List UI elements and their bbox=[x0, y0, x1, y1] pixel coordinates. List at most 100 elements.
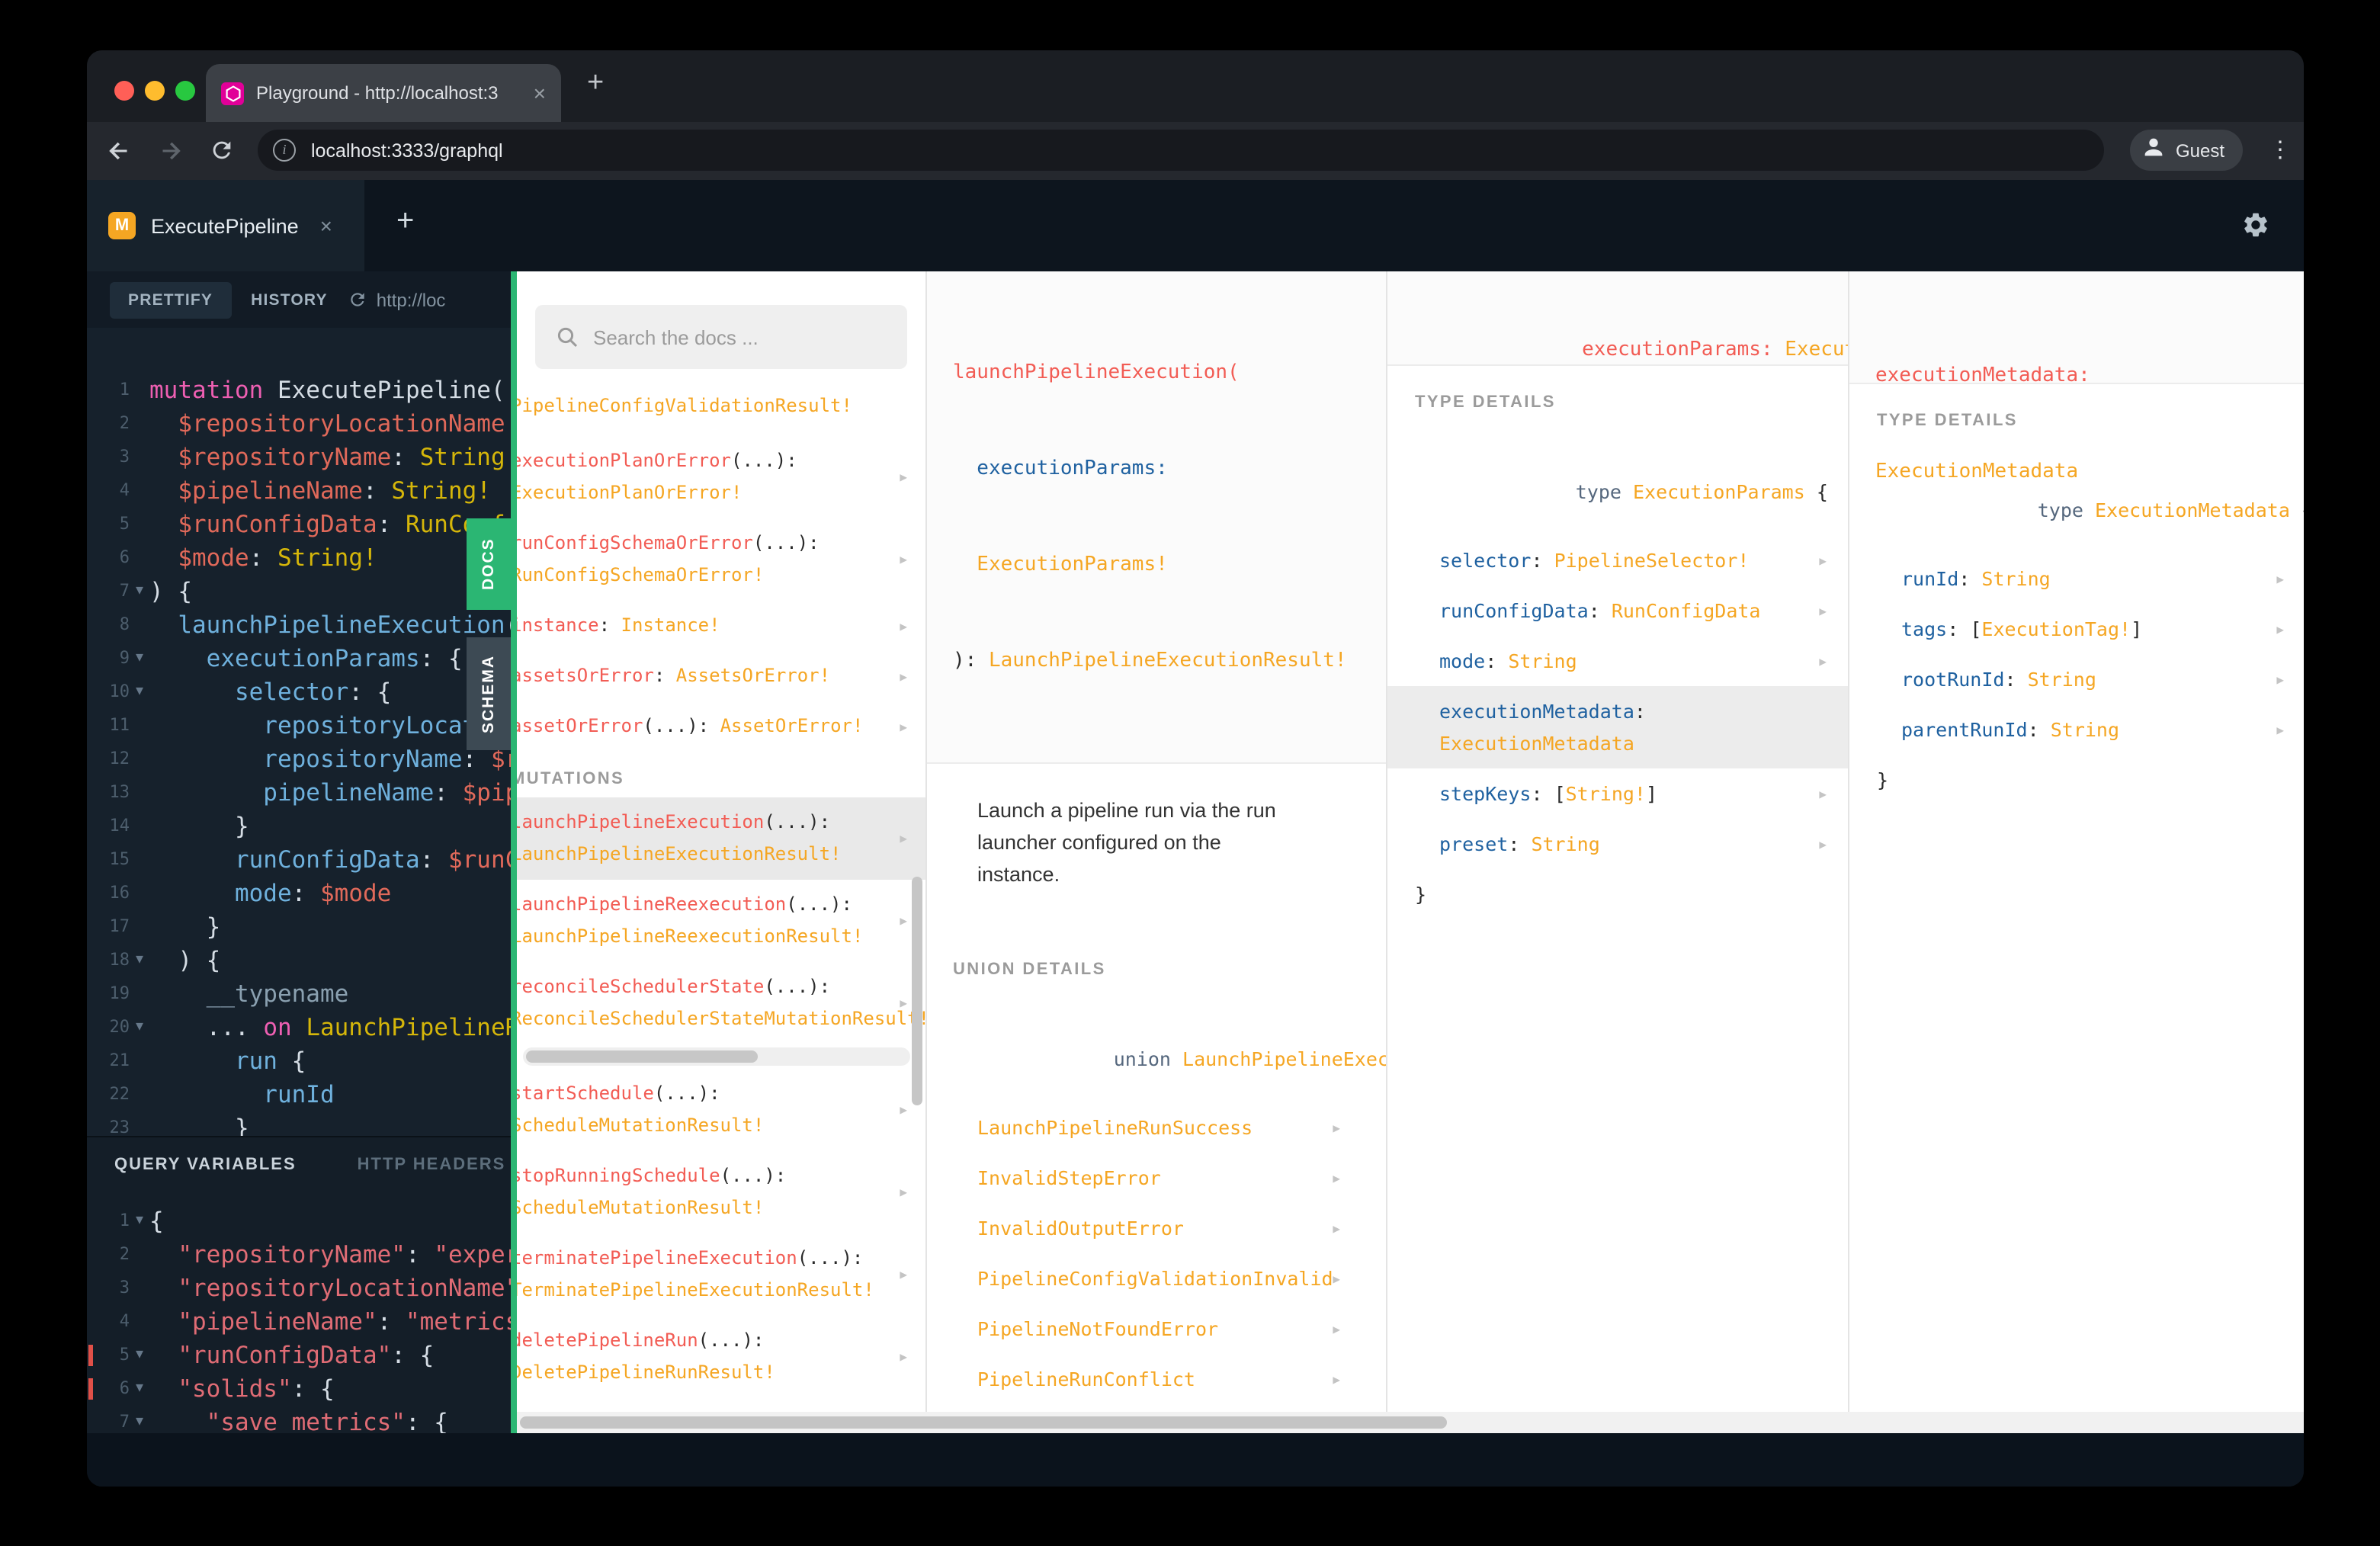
endpoint-input[interactable]: http://loc bbox=[348, 289, 445, 310]
profile-button[interactable]: Guest bbox=[2130, 130, 2244, 171]
window-close-button[interactable] bbox=[114, 81, 134, 101]
code-line[interactable]: 22 runId bbox=[87, 1078, 511, 1111]
code-line[interactable]: 7 ▾ "save metrics": { bbox=[87, 1406, 511, 1433]
vertical-scrollbar[interactable] bbox=[912, 877, 922, 1105]
type-field-preset[interactable]: preset: String ▶ bbox=[1387, 819, 1848, 869]
docs-item-stopRunningSchedule[interactable]: stopRunningSchedule(...): ScheduleMutatio… bbox=[517, 1151, 925, 1233]
type-field-stepKeys[interactable]: stepKeys: [String!] ▶ bbox=[1387, 768, 1848, 819]
back-icon[interactable] bbox=[105, 137, 133, 165]
docs-item-launchPipelineExecution[interactable]: launchPipelineExecution(...): LaunchPipel… bbox=[517, 797, 925, 880]
docs-item-instance[interactable]: instance: Instance! ▶ bbox=[517, 601, 925, 651]
docs-item-assetOrError[interactable]: assetOrError(...): AssetOrError! ▶ bbox=[517, 701, 925, 752]
union-member-PipelineRunConflict[interactable]: PipelineRunConflict ▶ bbox=[927, 1354, 1386, 1404]
query-variables-tab[interactable]: QUERY VARIABLES bbox=[114, 1156, 297, 1174]
docs-item-terminatePipelineExecution[interactable]: terminatePipelineExecution(...): Terminat… bbox=[517, 1233, 925, 1316]
horizontal-scrollbar[interactable] bbox=[517, 1412, 2304, 1433]
field-return-type[interactable]: LaunchPipelineExecutionResult! bbox=[989, 650, 1347, 672]
code-line[interactable]: 6 $mode: String! bbox=[87, 541, 511, 575]
docs-item-assetsOrError[interactable]: assetsOrError: AssetsOrError! ▶ bbox=[517, 651, 925, 701]
type-field-tags[interactable]: tags: [ExecutionTag!] ▶ bbox=[1849, 604, 2304, 654]
docs-item-deletePipelineRun[interactable]: deletePipelineRun(...): DeletePipelineRun… bbox=[517, 1316, 925, 1398]
code-line[interactable]: 4 "pipelineName": "metrics bbox=[87, 1305, 511, 1339]
code-line[interactable]: 6 ▾ "solids": { bbox=[87, 1372, 511, 1406]
fold-arrow-icon[interactable]: ▾ bbox=[130, 1204, 149, 1238]
code-line[interactable]: 14 } bbox=[87, 810, 511, 843]
field-arg-type[interactable]: ExecutionParams! bbox=[953, 553, 1168, 576]
union-member-PythonError[interactable]: PythonError▶ bbox=[927, 1404, 1386, 1412]
query-editor[interactable]: 1 mutation ExecutePipeline(2 $repositoryL… bbox=[87, 328, 512, 1136]
code-line[interactable]: 7 ▾) { bbox=[87, 575, 511, 608]
fold-arrow-icon[interactable]: ▾ bbox=[130, 675, 149, 709]
type-field-runConfigData[interactable]: runConfigData: RunConfigData ▶ bbox=[1387, 585, 1848, 636]
code-line[interactable]: 16 mode: $mode bbox=[87, 877, 511, 910]
code-line[interactable]: 15 runConfigData: $runConfigData bbox=[87, 843, 512, 877]
http-headers-tab[interactable]: HTTP HEADERS bbox=[358, 1156, 506, 1174]
union-member-PipelineConfigValidationInvalid[interactable]: PipelineConfigValidationInvalid ▶ bbox=[927, 1253, 1386, 1304]
code-line[interactable]: 3 "repositoryLocationName" bbox=[87, 1272, 511, 1305]
fold-arrow-icon[interactable]: ▾ bbox=[130, 1339, 149, 1372]
union-member-InvalidStepError[interactable]: InvalidStepError ▶ bbox=[927, 1153, 1386, 1203]
code-line[interactable]: 5 ▾ "runConfigData": { bbox=[87, 1339, 511, 1372]
docs-item-executionPlanOrError[interactable]: executionPlanOrError(...): ExecutionPlanO… bbox=[517, 436, 925, 518]
playground-tab[interactable]: M ExecutePipeline × bbox=[87, 180, 364, 271]
scrollbar-thumb[interactable] bbox=[526, 1050, 759, 1063]
type-field-runId[interactable]: runId: String ▶ bbox=[1849, 553, 2304, 604]
settings-gear-icon[interactable] bbox=[2241, 210, 2270, 247]
code-line[interactable]: 1 ▾{ bbox=[87, 1204, 511, 1238]
code-line[interactable]: 13 pipelineName: $pipelineName bbox=[87, 776, 512, 810]
docs-item-runConfigSchemaOrError[interactable]: runConfigSchemaOrError(...): RunConfigSch… bbox=[517, 518, 925, 601]
url-text[interactable]: localhost:3333/graphql bbox=[311, 140, 503, 161]
docs-side-tab[interactable]: DOCS bbox=[467, 518, 511, 610]
code-line[interactable]: 3 $repositoryName: String! bbox=[87, 441, 511, 474]
reload-icon[interactable] bbox=[209, 137, 236, 165]
scrollbar-thumb[interactable] bbox=[520, 1416, 1447, 1429]
type-field-selector[interactable]: selector: PipelineSelector! ▶ bbox=[1387, 535, 1848, 585]
history-button[interactable]: HISTORY bbox=[251, 290, 328, 309]
union-member-PipelineNotFoundError[interactable]: PipelineNotFoundError ▶ bbox=[927, 1304, 1386, 1354]
browser-menu-icon[interactable]: ⋮ bbox=[2269, 130, 2292, 171]
browser-tab[interactable]: Playground - http://localhost:3 × bbox=[206, 64, 561, 122]
fold-arrow-icon[interactable]: ▾ bbox=[130, 575, 149, 608]
code-line[interactable]: 20▾ ... on LaunchPipelineRunSuccess { bbox=[87, 1011, 512, 1044]
code-line[interactable]: 23 } bbox=[87, 1111, 511, 1136]
code-line[interactable]: 10 ▾ selector: { bbox=[87, 675, 511, 709]
docs-item-reconcileSchedulerState[interactable]: reconcileSchedulerState(...): ReconcileSc… bbox=[517, 962, 925, 1044]
code-line[interactable]: 2 "repositoryName": "exper bbox=[87, 1238, 511, 1272]
playground-new-tab-button[interactable]: + bbox=[396, 204, 414, 239]
horizontal-scrollbar[interactable] bbox=[523, 1047, 910, 1066]
code-line[interactable]: 4 $pipelineName: String! bbox=[87, 474, 511, 508]
code-line[interactable]: 17 } bbox=[87, 910, 511, 944]
code-line[interactable]: 5 $runConfigData: RunConfigData! bbox=[87, 508, 511, 541]
docs-item-startSchedule[interactable]: startSchedule(...): ScheduleMutationResul… bbox=[517, 1069, 925, 1151]
forward-icon[interactable] bbox=[157, 137, 184, 165]
union-member-LaunchPipelineRunSuccess[interactable]: LaunchPipelineRunSuccess ▶ bbox=[927, 1102, 1386, 1153]
code-line[interactable]: 12 repositoryName: $repositoryName bbox=[87, 743, 512, 776]
docs-item-partial[interactable]: PipelineConfigValidationResult! bbox=[517, 390, 925, 436]
fold-arrow-icon[interactable]: ▾ bbox=[130, 642, 149, 675]
type-field-executionMetadata[interactable]: executionMetadata: ExecutionMetadata bbox=[1387, 686, 1848, 768]
fold-arrow-icon[interactable]: ▾ bbox=[130, 944, 149, 977]
code-line[interactable]: 9 ▾ executionParams: { bbox=[87, 642, 511, 675]
fold-arrow-icon[interactable]: ▾ bbox=[130, 1406, 149, 1433]
code-line[interactable]: 18 ▾ ) { bbox=[87, 944, 511, 977]
playground-tab-close-icon[interactable]: × bbox=[320, 213, 332, 238]
url-bar[interactable]: i localhost:3333/graphql bbox=[258, 130, 2104, 171]
code-line[interactable]: 2 $repositoryLocationName: String! bbox=[87, 407, 511, 441]
prettify-button[interactable]: PRETTIFY bbox=[110, 281, 232, 318]
tab-close-icon[interactable]: × bbox=[534, 81, 546, 105]
new-tab-button[interactable]: + bbox=[587, 67, 604, 101]
window-minimize-button[interactable] bbox=[145, 81, 165, 101]
docs-item-launchPipelineReexecution[interactable]: launchPipelineReexecution(...): LaunchPip… bbox=[517, 880, 925, 962]
type-field-parentRunId[interactable]: parentRunId: String ▶ bbox=[1849, 704, 2304, 755]
code-line[interactable]: 1 mutation ExecutePipeline( bbox=[87, 374, 511, 407]
type-field-mode[interactable]: mode: String ▶ bbox=[1387, 636, 1848, 686]
docs-search-input[interactable]: Search the docs ... bbox=[535, 305, 907, 369]
page-info-icon[interactable]: i bbox=[273, 139, 296, 162]
type-field-rootRunId[interactable]: rootRunId: String ▶ bbox=[1849, 654, 2304, 704]
window-zoom-button[interactable] bbox=[175, 81, 195, 101]
code-line[interactable]: 21 run { bbox=[87, 1044, 511, 1078]
fold-arrow-icon[interactable]: ▾ bbox=[130, 1372, 149, 1406]
code-line[interactable]: 8 launchPipelineExecution( bbox=[87, 608, 511, 642]
code-line[interactable]: 11 repositoryLocationName: $repositoryLo… bbox=[87, 709, 512, 743]
union-member-InvalidOutputError[interactable]: InvalidOutputError ▶ bbox=[927, 1203, 1386, 1253]
